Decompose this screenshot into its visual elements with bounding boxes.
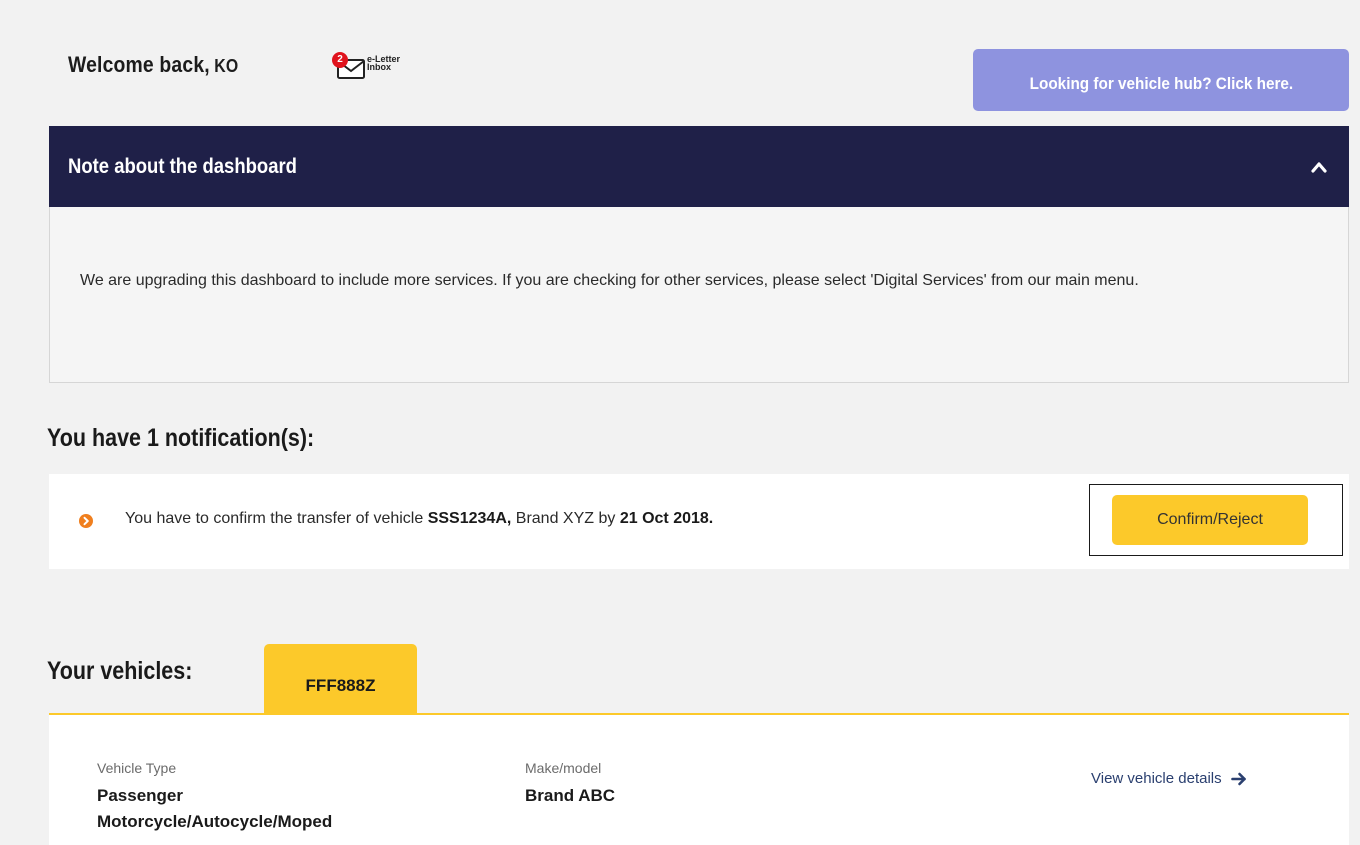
eletter-badge: 2 xyxy=(332,52,348,68)
welcome-text: Welcome back, xyxy=(68,52,210,77)
eletter-label: e-Letter Inbox xyxy=(367,55,400,72)
chevron-up-icon[interactable] xyxy=(1311,161,1327,173)
note-title: Note about the dashboard xyxy=(68,154,297,178)
notification-text: You have to confirm the transfer of vehi… xyxy=(125,510,713,528)
user-name: KO xyxy=(214,56,239,76)
note-panel-body: We are upgrading this dashboard to inclu… xyxy=(49,207,1349,383)
arrow-right-icon xyxy=(1230,772,1246,785)
welcome-heading: Welcome back, KO xyxy=(68,52,238,78)
notifications-heading: You have 1 notification(s): xyxy=(47,424,315,452)
notification-due-date: 21 Oct 2018. xyxy=(619,510,714,527)
vehicle-hub-button[interactable]: Looking for vehicle hub? Click here. xyxy=(973,49,1349,111)
eletter-label-line2: Inbox xyxy=(367,62,391,72)
vehicle-type-label: Vehicle Type xyxy=(97,760,177,776)
note-panel-header[interactable]: Note about the dashboard xyxy=(49,126,1349,207)
vehicle-type-value-line1: Passenger xyxy=(97,786,183,805)
dashboard-page: Welcome back, KO 2 e-Letter Inbox Lookin… xyxy=(0,0,1360,845)
view-vehicle-details-label: View vehicle details xyxy=(1091,770,1222,787)
eletter-inbox-link[interactable]: 2 e-Letter Inbox xyxy=(325,50,425,86)
vehicle-hub-button-label: Looking for vehicle hub? Click here. xyxy=(1029,74,1293,93)
tab-vehicle-fff888z[interactable]: FFF888Z xyxy=(264,644,417,714)
notification-vehicle-number: SSS1234A, xyxy=(427,510,512,527)
arrow-circle-right-icon xyxy=(79,514,93,528)
confirm-reject-button[interactable]: Confirm/Reject xyxy=(1112,495,1308,545)
vehicles-heading: Your vehicles: xyxy=(47,657,193,685)
notification-brand: Brand XYZ by xyxy=(515,510,616,527)
make-model-value: Brand ABC xyxy=(525,786,616,805)
vehicle-type-value-line2: Motorcycle/Autocycle/Moped xyxy=(97,812,333,831)
make-model-label: Make/model xyxy=(525,760,602,776)
notification-text-prefix: You have to confirm the transfer of vehi… xyxy=(125,510,424,527)
vehicle-type-value: Passenger Motorcycle/Autocycle/Moped xyxy=(97,783,332,835)
view-vehicle-details-link[interactable]: View vehicle details xyxy=(1091,770,1247,787)
note-text: We are upgrading this dashboard to inclu… xyxy=(80,272,1139,289)
